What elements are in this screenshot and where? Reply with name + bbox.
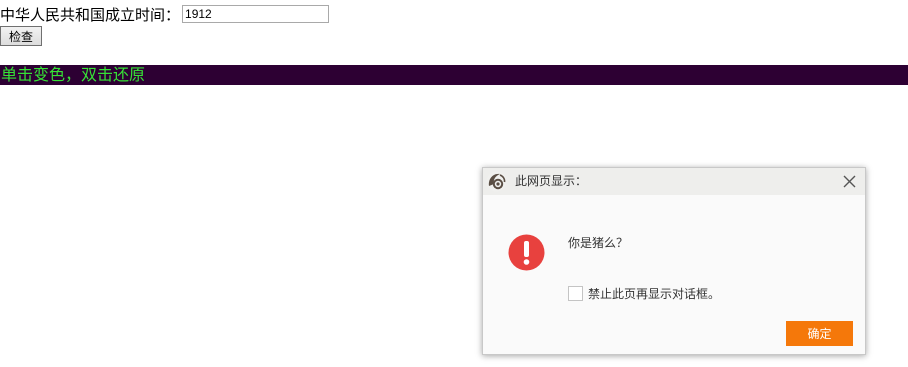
dialog-titlebar: 此网页显示： <box>483 168 865 195</box>
dialog-title: 此网页显示： <box>515 174 588 188</box>
year-input[interactable] <box>182 5 330 23</box>
suppress-dialogs-option: 禁止此页再显示对话框。 <box>568 285 720 301</box>
check-button[interactable]: 检查 <box>0 26 42 46</box>
dialog-message: 你是猪么？ <box>568 236 629 250</box>
color-toggle-banner[interactable]: 单击变色，双击还原 <box>0 65 908 85</box>
suppress-dialogs-checkbox[interactable] <box>568 285 583 301</box>
exclamation-alert-icon <box>508 234 545 271</box>
founding-date-label: 中华人民共和国成立时间： <box>0 5 181 24</box>
ok-button[interactable]: 确定 <box>786 321 853 346</box>
alert-dialog: 此网页显示： 你是猪么？ 禁止此页再显示对话框。 确定 <box>482 167 866 355</box>
close-icon[interactable] <box>841 173 858 190</box>
browser-logo-icon <box>486 171 507 192</box>
founding-date-form: 中华人民共和国成立时间： <box>0 3 330 25</box>
suppress-dialogs-label[interactable]: 禁止此页再显示对话框。 <box>588 285 720 302</box>
